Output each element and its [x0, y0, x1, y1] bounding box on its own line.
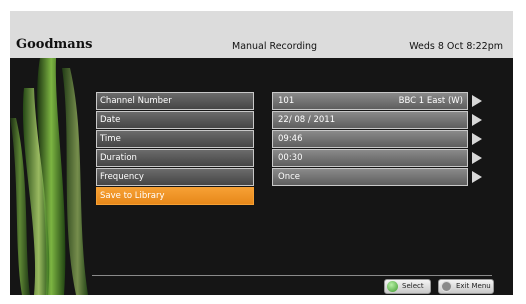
page-title: Manual Recording	[232, 41, 318, 52]
exit-label: Exit Menu	[456, 282, 491, 290]
channel-number-value: 101	[278, 96, 295, 106]
brand-logo: Goodmans	[16, 37, 93, 52]
channel-number-field[interactable]: 101 BBC 1 East (W)	[272, 92, 468, 110]
date-field[interactable]: 22/ 08 / 2011	[272, 111, 468, 129]
label-duration[interactable]: Duration	[96, 149, 254, 167]
time-value: 09:46	[278, 134, 303, 144]
time-field[interactable]: 09:46	[272, 130, 468, 148]
label-date[interactable]: Date	[96, 111, 254, 129]
label-time[interactable]: Time	[96, 130, 254, 148]
footer-divider	[92, 275, 492, 276]
tv-screen: Goodmans Manual Recording Weds 8 Oct 8:2…	[10, 11, 513, 295]
exit-menu-button[interactable]: Exit Menu	[438, 279, 494, 294]
frequency-field[interactable]: Once	[272, 168, 468, 186]
frequency-row[interactable]: Once	[272, 168, 492, 187]
field-labels: Channel Number Date Time Duration Freque…	[96, 92, 254, 206]
chevron-right-icon[interactable]	[472, 95, 482, 107]
save-to-library-button[interactable]: Save to Library	[96, 187, 254, 205]
label-channel-number[interactable]: Channel Number	[96, 92, 254, 110]
duration-row[interactable]: 00:30	[272, 149, 492, 168]
chevron-right-icon[interactable]	[472, 171, 482, 183]
duration-value: 00:30	[278, 153, 303, 163]
exit-icon	[441, 281, 452, 292]
chevron-right-icon[interactable]	[472, 152, 482, 164]
chevron-right-icon[interactable]	[472, 133, 482, 145]
channel-number-row[interactable]: 101 BBC 1 East (W)	[272, 92, 492, 111]
header-bar: Goodmans Manual Recording Weds 8 Oct 8:2…	[10, 11, 513, 58]
green-select-icon	[387, 281, 398, 292]
duration-field[interactable]: 00:30	[272, 149, 468, 167]
label-frequency[interactable]: Frequency	[96, 168, 254, 186]
field-values: 101 BBC 1 East (W) 22/ 08 / 2011 09:46 0…	[272, 92, 492, 187]
date-row[interactable]: 22/ 08 / 2011	[272, 111, 492, 130]
datetime: Weds 8 Oct 8:22pm	[409, 41, 503, 52]
chevron-right-icon[interactable]	[472, 114, 482, 126]
select-button[interactable]: Select	[384, 279, 431, 294]
time-row[interactable]: 09:46	[272, 130, 492, 149]
date-value: 22/ 08 / 2011	[278, 115, 336, 125]
select-label: Select	[402, 282, 424, 290]
channel-name-value: BBC 1 East (W)	[398, 96, 463, 106]
frequency-value: Once	[278, 172, 300, 182]
leaf-decoration	[10, 58, 88, 295]
